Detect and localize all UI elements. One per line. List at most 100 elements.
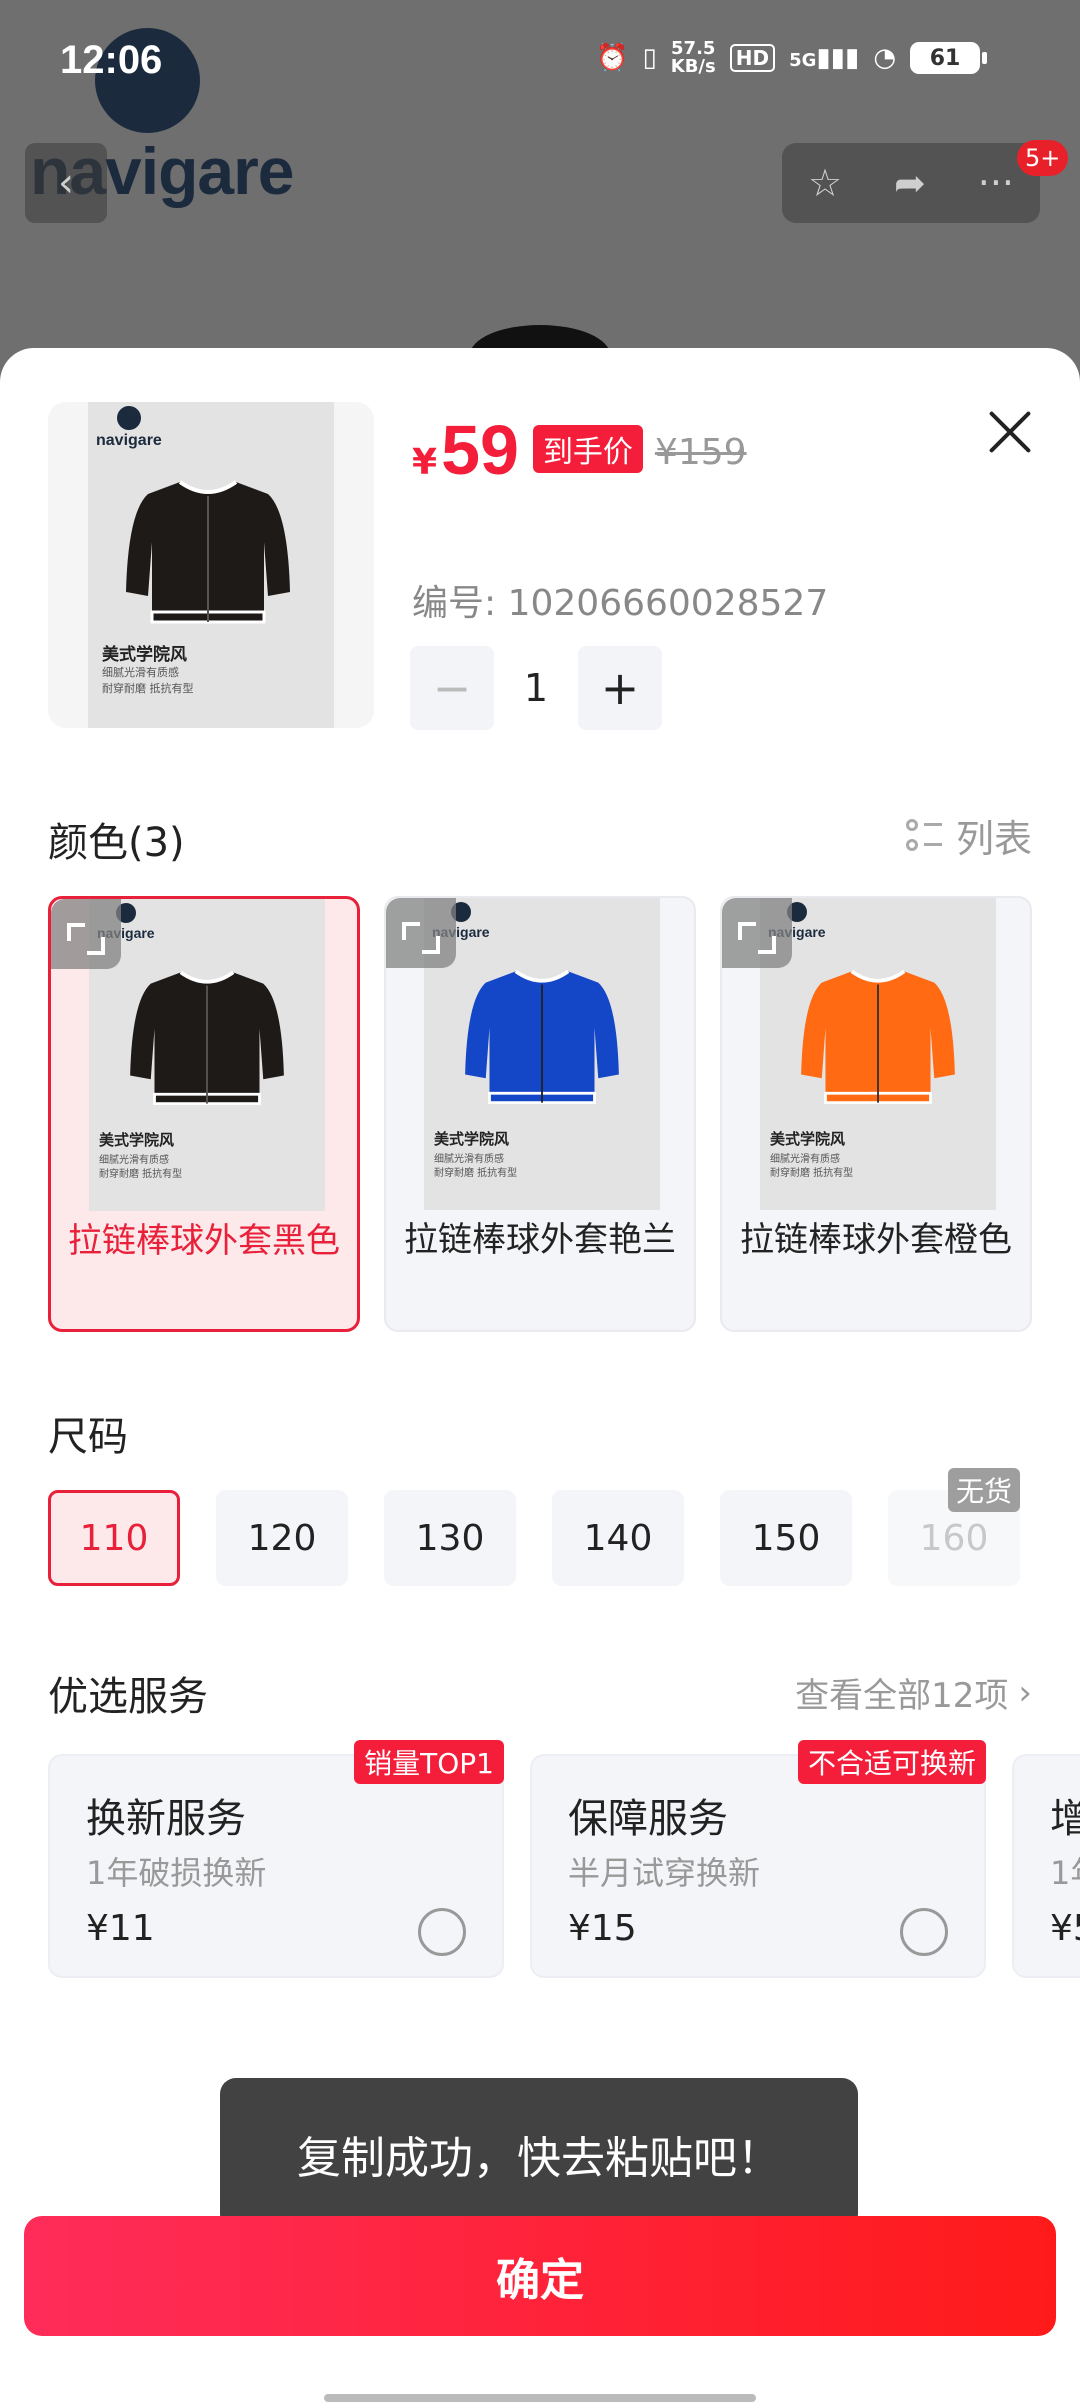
card-caption: 美式学院风 — [770, 1130, 846, 1148]
top-action-bar: ☆ ➦ ··· — [782, 143, 1040, 223]
battery-icon: 61 — [910, 42, 987, 74]
service-price: ¥11 — [86, 1908, 155, 1949]
expand-icon[interactable] — [386, 898, 456, 968]
size-option-120[interactable]: 120 — [216, 1490, 348, 1586]
chevron-right-icon: › — [1018, 1672, 1032, 1713]
more-icon[interactable]: ··· — [978, 161, 1014, 205]
quantity-value: 1 — [523, 666, 549, 710]
quantity-stepper: − 1 + — [410, 646, 662, 730]
size-option-160: 160 无货 — [888, 1468, 1020, 1586]
confirm-button[interactable]: 确定 — [24, 2216, 1056, 2336]
service-radio[interactable] — [900, 1908, 948, 1956]
size-section-title: 尺码 — [48, 1414, 128, 1460]
close-icon[interactable] — [978, 400, 1042, 464]
view-all-label: 查看全部12项 — [795, 1676, 1009, 1716]
list-view-toggle[interactable]: 列表 — [905, 808, 1032, 863]
service-card-renewal[interactable]: 销量TOP1 换新服务 1年破损换新 ¥11 — [48, 1740, 504, 1978]
jacket-blue-icon — [465, 969, 619, 1105]
expand-icon[interactable] — [722, 898, 792, 968]
service-price: ¥5 — [1050, 1908, 1080, 1949]
price-value: 59 — [441, 411, 519, 489]
thumbnail-image: navigare 美式学院风 细腻光滑有质感 耐穿耐磨 抵抗有型 — [88, 402, 334, 728]
vibrate-icon: ▯ — [642, 43, 657, 73]
toast-message: 复制成功，快去粘贴吧！ — [220, 2078, 858, 2230]
back-button[interactable]: ‹ — [25, 143, 107, 223]
color-section-title: 颜色(3) — [48, 820, 185, 866]
decrement-button[interactable]: − — [410, 646, 494, 730]
color-option-blue[interactable]: navigare 美式学院风 细腻光滑有质感 耐穿耐磨 抵抗有型 拉链棒球外套艳… — [384, 896, 696, 1332]
card-sub2: 耐穿耐磨 抵抗有型 — [434, 1168, 518, 1179]
notification-badge: 5+ — [1017, 140, 1069, 176]
color-option-orange[interactable]: navigare 美式学院风 细腻光滑有质感 耐穿耐磨 抵抗有型 拉链棒球外套橙… — [720, 896, 1032, 1332]
jacket-orange-icon — [801, 969, 955, 1105]
services-section-title: 优选服务 — [48, 1674, 208, 1720]
color-option-black[interactable]: navigare 美式学院风 细腻光滑有质感 耐穿耐磨 抵抗有型 拉链棒球外套黑… — [48, 896, 360, 1332]
color-image-blue: navigare 美式学院风 细腻光滑有质感 耐穿耐磨 抵抗有型 — [424, 898, 660, 1210]
card-caption: 美式学院风 — [434, 1130, 510, 1148]
price-currency: ¥ — [412, 442, 438, 483]
size-label: 160 — [919, 1517, 989, 1559]
network-speed: 57.5 KB/s — [671, 40, 716, 76]
wifi-icon: ◔ — [873, 43, 896, 73]
chevron-left-icon: ‹ — [58, 160, 74, 206]
view-all-services-link[interactable]: 查看全部12项 › — [795, 1668, 1032, 1717]
card-caption: 美式学院风 — [99, 1131, 175, 1149]
service-price: ¥15 — [568, 1908, 637, 1949]
service-desc: 1年 — [1050, 1854, 1080, 1892]
service-radio[interactable] — [418, 1908, 466, 1956]
color-image-orange: navigare 美式学院风 细腻光滑有质感 耐穿耐磨 抵抗有型 — [760, 898, 996, 1210]
home-indicator[interactable] — [324, 2394, 756, 2402]
signal-label: 5G — [789, 50, 817, 71]
size-options: 110 120 130 140 150 160 无货 — [48, 1468, 1020, 1586]
color-name: 拉链棒球外套橙色 — [740, 1220, 1012, 1260]
card-sub1: 细腻光滑有质感 — [99, 1155, 169, 1166]
jacket-black-icon — [130, 970, 284, 1106]
service-desc: 1年破损换新 — [86, 1854, 267, 1892]
card-sub1: 细腻光滑有质感 — [434, 1154, 504, 1165]
share-icon[interactable]: ➦ — [894, 161, 926, 205]
thumbnail-sub1: 细腻光滑有质感 — [102, 666, 179, 679]
service-title: 换新服务 — [86, 1796, 246, 1842]
size-option-130[interactable]: 130 — [384, 1490, 516, 1586]
service-card-partial[interactable]: 增 1年 ¥5 — [1012, 1754, 1080, 1978]
out-of-stock-badge: 无货 — [947, 1468, 1020, 1512]
thumbnail-sub2: 耐穿耐磨 抵抗有型 — [102, 682, 194, 695]
card-sub1: 细腻光滑有质感 — [770, 1154, 840, 1165]
color-name: 拉链棒球外套艳兰 — [404, 1220, 676, 1260]
size-option-140[interactable]: 140 — [552, 1490, 684, 1586]
final-price-tag: 到手价 — [532, 425, 643, 473]
card-sub2: 耐穿耐磨 抵抗有型 — [770, 1168, 854, 1179]
original-price: ¥159 — [654, 432, 747, 473]
alarm-icon: ⏰ — [596, 43, 629, 73]
price-row: ¥ 59 到手价 ¥159 — [412, 410, 747, 490]
color-image-black: navigare 美式学院风 细腻光滑有质感 耐穿耐磨 抵抗有型 — [89, 899, 325, 1211]
thumbnail-caption: 美式学院风 — [102, 645, 187, 665]
size-option-150[interactable]: 150 — [720, 1490, 852, 1586]
size-option-110[interactable]: 110 — [48, 1490, 180, 1586]
signal-icon: 5G▮▮▮ — [789, 43, 860, 73]
service-desc: 半月试穿换新 — [568, 1854, 761, 1892]
color-name: 拉链棒球外套黑色 — [68, 1221, 340, 1261]
thumbnail-logo: navigare — [96, 406, 162, 450]
service-badge: 不合适可换新 — [797, 1740, 986, 1784]
color-options: navigare 美式学院风 细腻光滑有质感 耐穿耐磨 抵抗有型 拉链棒球外套黑… — [48, 896, 1032, 1332]
service-badge: 销量TOP1 — [354, 1740, 504, 1784]
hd-icon: HD — [729, 44, 776, 72]
status-icons: ⏰ ▯ 57.5 KB/s HD 5G▮▮▮ ◔ 61 — [596, 40, 987, 76]
status-bar: 12:06 ⏰ ▯ 57.5 KB/s HD 5G▮▮▮ ◔ 61 — [0, 0, 1080, 130]
expand-icon[interactable] — [51, 899, 121, 969]
status-time: 12:06 — [60, 38, 163, 82]
list-toggle-label: 列表 — [955, 817, 1032, 861]
service-options: 销量TOP1 换新服务 1年破损换新 ¥11 不合适可换新 保障服务 半月试穿换… — [48, 1740, 1080, 1978]
increment-button[interactable]: + — [578, 646, 662, 730]
net-speed-unit: KB/s — [670, 56, 716, 77]
list-icon — [905, 817, 944, 855]
service-card-guarantee[interactable]: 不合适可换新 保障服务 半月试穿换新 ¥15 — [530, 1740, 986, 1978]
service-title: 保障服务 — [568, 1796, 728, 1842]
card-sub2: 耐穿耐磨 抵抗有型 — [99, 1169, 183, 1180]
jacket-black-icon — [126, 480, 290, 624]
star-icon[interactable]: ☆ — [808, 161, 842, 205]
sku-number: 编号: 10206660028527 — [412, 583, 829, 624]
service-title: 增 — [1050, 1786, 1080, 1844]
product-thumbnail[interactable]: navigare 美式学院风 细腻光滑有质感 耐穿耐磨 抵抗有型 — [48, 402, 374, 728]
